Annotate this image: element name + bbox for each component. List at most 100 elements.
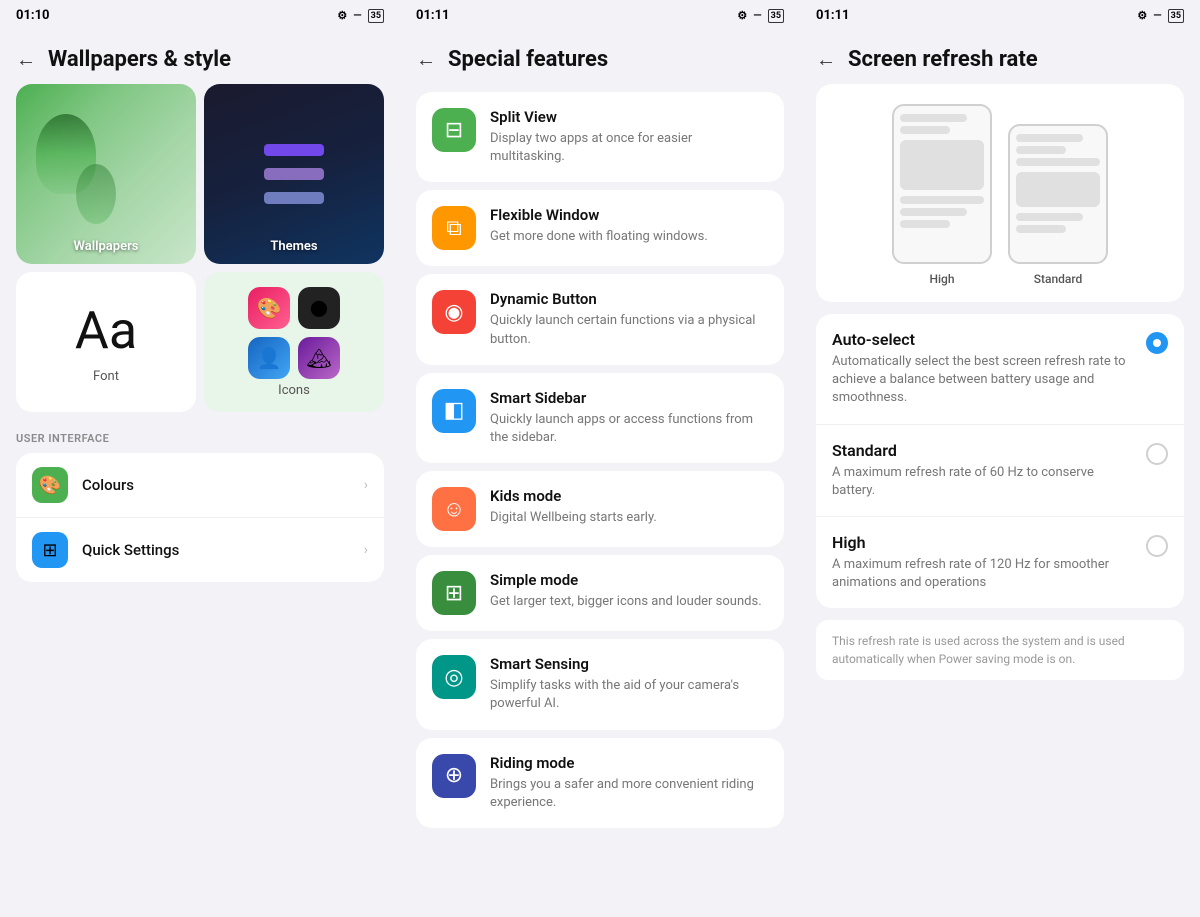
line4 (900, 208, 967, 216)
status-icons-2: ⚙ — 35 (737, 9, 784, 23)
feature-icon-6: ◎ (432, 655, 476, 699)
time-3: 01:11 (816, 8, 850, 23)
back-button-1[interactable]: ← (16, 47, 36, 72)
phone-mockup-high: High (892, 104, 992, 286)
phone-frame-standard (1008, 124, 1108, 264)
line-s5 (1016, 225, 1066, 233)
feature-desc-7: Brings you a safer and more convenient r… (490, 776, 768, 812)
colours-icon: 🎨 (32, 467, 68, 503)
radio-desc-1: A maximum refresh rate of 60 Hz to conse… (832, 464, 1134, 500)
signal-icon-1: — (353, 9, 361, 22)
font-card[interactable]: Aa Font (16, 272, 196, 412)
feature-card-3[interactable]: ◧Smart SidebarQuickly launch apps or acc… (416, 373, 784, 463)
header-wallpapers: ← Wallpapers & style (0, 31, 400, 84)
feature-card-6[interactable]: ◎ Smart Sensing Simplify tasks with the ai… (416, 639, 784, 729)
time-1: 01:10 (16, 8, 50, 23)
icon-thumb-blue: 👤 (248, 337, 290, 379)
icon-thumb-pink: 🎨 (248, 287, 290, 329)
wallpaper-card-green[interactable]: Wallpapers (16, 84, 196, 264)
radio-button-1[interactable] (1146, 443, 1168, 465)
radio-title-1: Standard (832, 441, 1134, 460)
radio-option-2[interactable]: HighA maximum refresh rate of 120 Hz for… (816, 517, 1184, 608)
feature-icon-1: ⧉ (432, 206, 476, 250)
icon-thumb-dark: ⬤ (298, 287, 340, 329)
status-bar-3: 01:11 ⚙ — 35 (800, 0, 1200, 31)
status-icons-3: ⚙ — 35 (1137, 9, 1184, 23)
feature-card-7[interactable]: ⊕Riding modeBrings you a safer and more … (416, 738, 784, 828)
icon-thumb-purple: 🏔 (298, 337, 340, 379)
feature-card-4[interactable]: ☺ Kids modeDigital Wellbeing starts early… (416, 471, 784, 547)
icons-preview: 🎨 ⬤ 👤 🏔 (248, 287, 340, 379)
line2 (900, 126, 950, 134)
battery-icon-1: 35 (368, 9, 384, 23)
radio-option-1[interactable]: Standard A maximum refresh rate of 60 Hz … (816, 425, 1184, 517)
back-button-3[interactable]: ← (816, 47, 836, 72)
refresh-note: This refresh rate is used across the sys… (816, 620, 1184, 680)
feature-title-0: Split View (490, 108, 768, 126)
feature-text-4: Kids modeDigital Wellbeing starts early. (490, 487, 768, 527)
colours-item[interactable]: 🎨 Colours › (16, 453, 384, 518)
settings-list: 🎨 Colours › ⊞ Quick Settings › (16, 453, 384, 582)
layer-2 (264, 168, 324, 180)
feature-desc-6: Simplify tasks with the aid of your came… (490, 677, 768, 713)
back-button-2[interactable]: ← (416, 47, 436, 72)
feature-card-5[interactable]: ⊞Simple modeGet larger text, bigger icon… (416, 555, 784, 631)
battery-icon-3: 35 (1168, 9, 1184, 23)
radio-text-1: Standard A maximum refresh rate of 60 Hz … (832, 441, 1134, 500)
wallpaper-card-dark[interactable]: Themes (204, 84, 384, 264)
line-s1 (1016, 134, 1083, 142)
feature-text-5: Simple mode Get larger text, bigger icons… (490, 571, 768, 611)
feature-desc-5: Get larger text, bigger icons and louder… (490, 593, 768, 611)
quick-settings-label: Quick Settings (82, 541, 350, 559)
time-2: 01:11 (416, 8, 450, 23)
wallpaper2-label: Themes (204, 239, 384, 254)
feature-title-1: Flexible Window (490, 206, 768, 224)
status-icons-1: ⚙ — 35 (337, 9, 384, 23)
chevron-colours: › (364, 477, 368, 493)
feature-desc-0: Display two apps at once for easier mult… (490, 130, 768, 166)
rect-s1 (1016, 172, 1100, 207)
quick-settings-icon: ⊞ (32, 532, 68, 568)
radio-title-2: High (832, 533, 1134, 552)
feature-title-5: Simple mode (490, 571, 768, 589)
feature-card-1[interactable]: ⧉ Flexible Window Get more done with float… (416, 190, 784, 266)
refresh-content: High Standard Auto-selectAutomatically s… (800, 84, 1200, 917)
rect1 (900, 140, 984, 190)
feature-desc-2: Quickly launch certain functions via a p… (490, 312, 768, 348)
feature-title-6: Smart Sensing (490, 655, 768, 673)
wallpaper1-label: Wallpapers (16, 239, 196, 254)
quick-settings-item[interactable]: ⊞ Quick Settings › (16, 518, 384, 582)
radio-option-0[interactable]: Auto-selectAutomatically select the best… (816, 314, 1184, 425)
line5 (900, 220, 950, 228)
radio-title-0: Auto-select (832, 330, 1134, 349)
feature-desc-3: Quickly launch apps or access functions … (490, 411, 768, 447)
line-s3 (1016, 158, 1100, 166)
radio-button-2[interactable] (1146, 535, 1168, 557)
feature-title-2: Dynamic Button (490, 290, 768, 308)
page-title-special-features: Special features (448, 47, 608, 72)
feature-card-0[interactable]: ⊟ Split View Display two apps at once for … (416, 92, 784, 182)
feature-icon-4: ☺ (432, 487, 476, 531)
standard-label: Standard (1034, 272, 1083, 286)
radio-button-0[interactable] (1146, 332, 1168, 354)
icons-label: Icons (278, 383, 310, 398)
ui-section-label: USER INTERFACE (0, 420, 400, 453)
header-refresh: ← Screen refresh rate (800, 31, 1200, 84)
feature-card-2[interactable]: ◉Dynamic ButtonQuickly launch certain fu… (416, 274, 784, 364)
status-bar-2: 01:11 ⚙ — 35 (400, 0, 800, 31)
phone-preview-container: High Standard (816, 84, 1184, 302)
feature-desc-1: Get more done with floating windows. (490, 228, 768, 246)
page-title-wallpapers: Wallpapers & style (48, 47, 231, 72)
line1 (900, 114, 967, 122)
feature-text-6: Smart Sensing Simplify tasks with the aid… (490, 655, 768, 713)
phone-frame-high (892, 104, 992, 264)
feature-text-1: Flexible Window Get more done with floati… (490, 206, 768, 246)
signal-icon-2: — (753, 9, 761, 22)
icons-card[interactable]: 🎨 ⬤ 👤 🏔 Icons (204, 272, 384, 412)
phone-mockup-standard: Standard (1008, 124, 1108, 286)
radio-group-refresh: Auto-selectAutomatically select the best… (816, 314, 1184, 608)
status-bar-1: 01:10 ⚙ — 35 (0, 0, 400, 31)
feature-text-3: Smart SidebarQuickly launch apps or acce… (490, 389, 768, 447)
feature-icon-0: ⊟ (432, 108, 476, 152)
font-label: Font (93, 369, 119, 384)
